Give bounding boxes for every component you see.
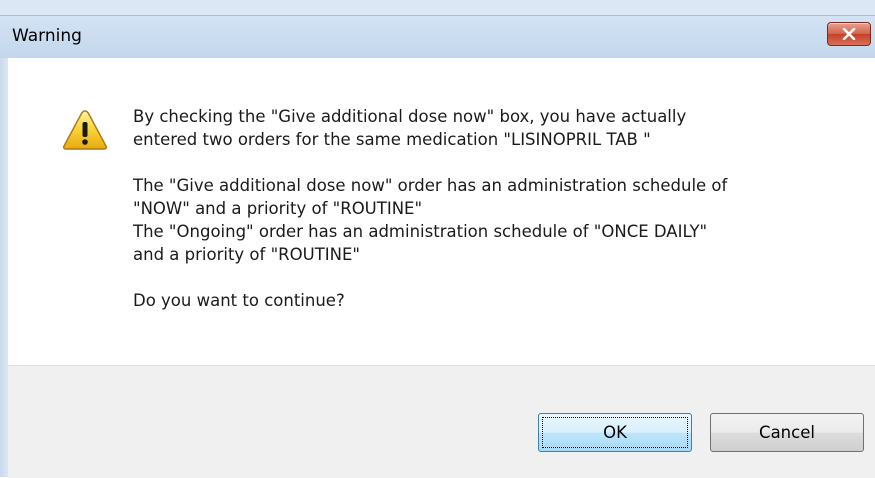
confirm-question: Do you want to continue? xyxy=(133,291,345,310)
window-title: Warning xyxy=(12,26,82,46)
warning-dialog-window: Warning By checking the "Give additional… xyxy=(0,0,875,478)
message-line: The "Give additional dose now" order has… xyxy=(133,176,728,195)
close-icon xyxy=(842,28,856,40)
message-line: and a priority of "ROUTINE" xyxy=(133,245,360,264)
focus-rectangle xyxy=(542,417,688,448)
window-border xyxy=(0,58,8,477)
title-bar[interactable]: Warning xyxy=(0,15,875,59)
cancel-button-label: Cancel xyxy=(759,423,815,442)
message-line: "NOW" and a priority of "ROUTINE" xyxy=(133,199,423,218)
message-line: entered two orders for the same medicati… xyxy=(133,130,651,149)
message-line: By checking the "Give additional dose no… xyxy=(133,107,687,126)
button-bar: OK Cancel xyxy=(8,365,875,478)
warning-message: By checking the "Give additional dose no… xyxy=(133,105,853,312)
close-button[interactable] xyxy=(827,22,871,46)
message-line: The "Ongoing" order has an administratio… xyxy=(133,222,708,241)
ok-button[interactable]: OK xyxy=(538,413,692,452)
dialog-content: By checking the "Give additional dose no… xyxy=(8,58,875,365)
warning-icon xyxy=(63,110,107,150)
cancel-button[interactable]: Cancel xyxy=(710,413,864,452)
